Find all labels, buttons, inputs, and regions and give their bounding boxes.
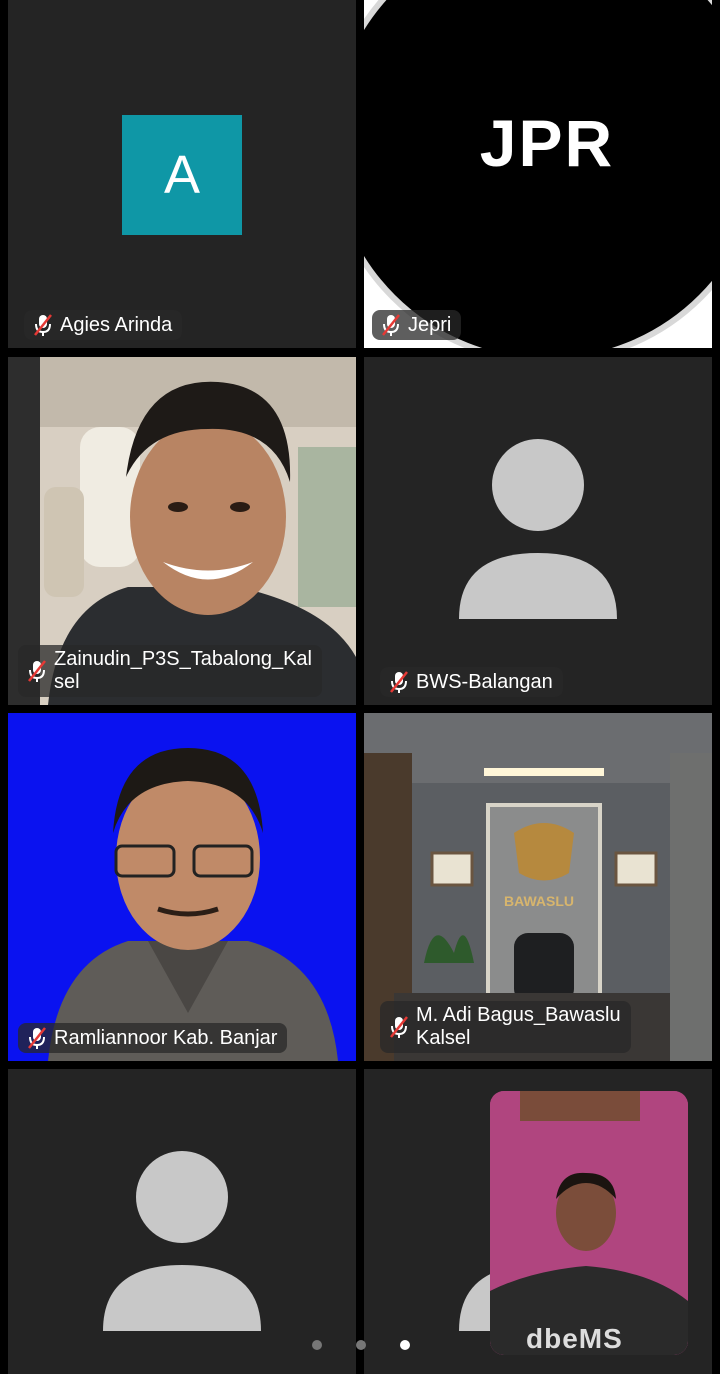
participant-tile-zainudin[interactable]: Zainudin_P3S_Tabalong_Kal sel (8, 357, 356, 705)
self-video-frame (490, 1091, 688, 1355)
avatar-text: JPR (479, 106, 615, 180)
page-dot-1[interactable] (312, 1340, 322, 1350)
self-view-video[interactable]: dbeMS (490, 1091, 688, 1355)
shirt-text: dbeMS (526, 1323, 623, 1354)
participant-tile-jepri[interactable]: JPR Jepri (364, 0, 712, 348)
participant-name-tag: Zainudin_P3S_Tabalong_Kal sel (18, 645, 322, 697)
user-placeholder-icon (459, 439, 617, 619)
participant-name-tag: Jepri (372, 310, 462, 340)
participant-tile-agies[interactable]: A Agies Arinda (8, 0, 356, 348)
mic-muted-icon (382, 314, 400, 336)
participant-name-tag: BWS-Balangan (380, 667, 563, 697)
pagination-dots (312, 1340, 410, 1350)
avatar-circle: JPR (364, 0, 712, 348)
participant-name: Zainudin_P3S_Tabalong_Kal sel (54, 648, 312, 693)
mic-muted-icon (34, 314, 52, 336)
wall-sign: BAWASLU (504, 893, 574, 909)
participant-tile-placeholder[interactable] (8, 1069, 356, 1374)
mic-muted-icon (390, 671, 408, 693)
participant-tile-ramliannoor[interactable]: Ramliannoor Kab. Banjar (8, 713, 356, 1061)
mic-muted-icon (390, 1016, 408, 1038)
participant-name-tag: M. Adi Bagus_Bawaslu Kalsel (380, 1001, 631, 1053)
avatar-initial: A (122, 115, 242, 235)
mic-muted-icon (28, 1027, 46, 1049)
participant-photo (8, 713, 356, 1061)
mic-muted-icon (28, 660, 46, 682)
participant-name: Jepri (408, 313, 452, 336)
participant-name-tag: Agies Arinda (24, 310, 183, 340)
participant-tile-bws-balangan[interactable]: BWS-Balangan (364, 357, 712, 705)
participant-name-tag: Ramliannoor Kab. Banjar (18, 1023, 288, 1053)
user-placeholder-icon (103, 1151, 261, 1331)
participant-name: BWS-Balangan (416, 670, 553, 693)
participant-name: M. Adi Bagus_Bawaslu Kalsel (416, 1004, 621, 1049)
participant-tile-adi-bagus[interactable]: BAWASLU M. Adi Bagus_Bawaslu Kalsel (364, 713, 712, 1061)
participant-name: Agies Arinda (60, 313, 173, 336)
page-dot-2[interactable] (356, 1340, 366, 1350)
page-dot-3[interactable] (400, 1340, 410, 1350)
participant-name: Ramliannoor Kab. Banjar (54, 1026, 278, 1049)
